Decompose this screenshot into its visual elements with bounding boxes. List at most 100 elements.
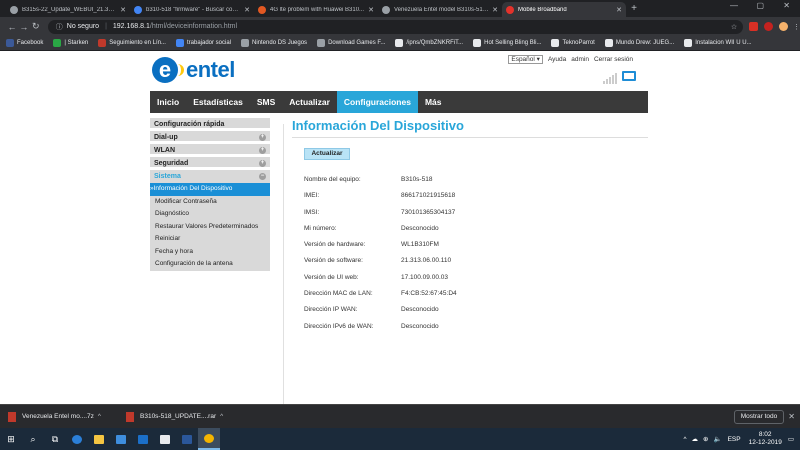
tab-favicon-icon — [382, 5, 390, 14]
bookmark-item[interactable]: trabajador social — [175, 39, 231, 47]
browser-tab[interactable]: 4G lte problem with Huawei B310... ✕ — [254, 2, 378, 17]
sidebar-subitem[interactable]: Reiniciar — [150, 233, 270, 246]
sidebar-subitem[interactable]: Fecha y hora — [150, 246, 270, 259]
sidebar-security[interactable]: Seguridad + — [150, 157, 270, 170]
chrome-icon[interactable] — [198, 428, 220, 450]
store-icon[interactable] — [110, 428, 132, 450]
task-view-icon[interactable]: ⧉ — [44, 428, 66, 450]
chevron-up-icon[interactable]: ^ — [683, 436, 686, 443]
browser-tab[interactable]: Venezuela Entel model B310s-518... ✕ — [378, 2, 502, 17]
file-explorer-icon[interactable] — [88, 428, 110, 450]
bookmark-item[interactable]: Instalacion WII U U... — [684, 39, 752, 47]
chevron-up-icon[interactable]: ^ — [220, 413, 223, 420]
bookmark-favicon-icon — [53, 39, 62, 47]
nav-item[interactable]: SMS — [250, 91, 282, 113]
expand-icon[interactable]: + — [259, 134, 266, 141]
close-tab-icon[interactable]: ✕ — [244, 6, 250, 14]
chevron-up-icon[interactable]: ^ — [98, 413, 101, 420]
sidebar-quick-setup[interactable]: Configuración rápida — [150, 118, 270, 131]
collapse-icon[interactable]: − — [259, 173, 266, 180]
bookmark-item[interactable]: | Starken — [53, 39, 88, 47]
search-icon[interactable]: ⌕ — [22, 428, 44, 450]
brand-name: entel — [186, 57, 235, 82]
expand-icon[interactable]: + — [259, 147, 266, 154]
bookmark-item[interactable]: Nintendo DS Juegos — [241, 39, 307, 47]
bookmark-item[interactable]: Seguimiento en Lín... — [98, 39, 166, 47]
show-all-button[interactable]: Mostrar todo — [734, 410, 784, 424]
sidebar-wlan-label: WLAN — [154, 147, 175, 154]
nav-item[interactable]: Configuraciones — [336, 91, 418, 113]
maximize-icon[interactable]: ▢ — [756, 1, 764, 10]
bookmark-label: Nintendo DS Juegos — [252, 40, 308, 46]
nav-item[interactable]: Estadísticas — [186, 91, 250, 113]
browser-tab[interactable]: B315s-22_Update_WEBUI_21.313... ✕ — [6, 2, 130, 17]
close-tab-icon[interactable]: ✕ — [120, 6, 126, 14]
sidebar-dialup[interactable]: Dial-up + — [150, 131, 270, 144]
browser-tab[interactable]: b310-518 "firmware" - Buscar con G... ✕ — [130, 2, 254, 17]
expand-icon[interactable]: + — [259, 160, 266, 167]
bookmark-item[interactable]: Hot Selling Bling Bli... — [473, 39, 541, 47]
main-nav: Inicio Estadísticas SMS Actualizar Configura… — [150, 91, 648, 113]
sidebar-security-label: Seguridad — [154, 160, 189, 167]
close-tab-icon[interactable]: ✕ — [368, 6, 374, 14]
download-item[interactable]: Venezuela Entel mo....7z ^ — [8, 411, 120, 422]
entel-logo-mark: e — [152, 57, 184, 83]
help-link[interactable]: Ayuda — [548, 56, 566, 63]
close-icon[interactable]: ✕ — [788, 412, 795, 421]
info-row: Dirección MAC de LAN: F4:CB:52:67:45:D4 — [304, 290, 457, 306]
network-icon[interactable]: ⊕ — [703, 435, 708, 443]
bookmark-item[interactable]: Facebook — [6, 39, 43, 47]
outlook-icon[interactable] — [132, 428, 154, 450]
close-tab-icon[interactable]: ✕ — [616, 6, 622, 14]
refresh-button[interactable]: Actualizar — [304, 148, 350, 160]
reload-icon[interactable]: ↻ — [30, 21, 42, 32]
close-window-icon[interactable]: ✕ — [783, 1, 790, 10]
settings-sidebar: Configuración rápida Dial-up + WLAN + Segu… — [150, 118, 270, 271]
volume-icon[interactable]: 🔈 — [713, 435, 721, 443]
user-link[interactable]: admin — [571, 56, 589, 63]
windows-start-icon[interactable]: ⊞ — [0, 428, 22, 450]
sidebar-system[interactable]: Sistema − — [150, 170, 270, 183]
download-item[interactable]: B310s-518_UPDATE....rar ^ — [126, 411, 238, 422]
nav-item[interactable]: Actualizar — [282, 91, 337, 113]
forward-icon[interactable]: → — [18, 22, 30, 32]
onedrive-icon[interactable]: ☁ — [692, 435, 699, 443]
mail-icon[interactable] — [154, 428, 176, 450]
clock[interactable]: 8:02 12-12-2019 — [749, 431, 782, 447]
bookmark-item[interactable]: TeknoParrot — [551, 39, 595, 47]
sidebar-subitem[interactable]: »Información Del Dispositivo — [150, 183, 270, 196]
sidebar-subitem[interactable]: Modificar Contraseña — [150, 196, 270, 209]
gmail-extension-icon[interactable] — [749, 22, 759, 31]
info-icon[interactable]: ⓘ — [56, 22, 63, 32]
adblock-extension-icon[interactable] — [764, 22, 774, 31]
nav-item[interactable]: Inicio — [150, 91, 186, 113]
tab-title: b310-518 "firmware" - Buscar con G... — [146, 6, 242, 13]
sidebar-subitem[interactable]: Configuración de la antena — [150, 258, 270, 271]
star-icon[interactable]: ☆ — [731, 23, 737, 31]
nav-item[interactable]: Más — [418, 91, 449, 113]
sidebar-subitem-label: Modificar Contraseña — [155, 197, 217, 205]
new-tab-button[interactable]: + — [626, 2, 642, 17]
notifications-icon[interactable]: ▭ — [788, 435, 794, 443]
browser-tab[interactable]: Mobile Broadband ✕ — [502, 2, 626, 17]
bookmark-item[interactable]: Mundo Drew: JUEG... — [604, 39, 674, 47]
sidebar-subitem[interactable]: Diagnóstico — [150, 208, 270, 221]
language-indicator[interactable]: ESP — [728, 436, 741, 443]
sidebar-subitem-label: Fecha y hora — [155, 247, 193, 255]
language-select[interactable]: Español ▾ — [508, 55, 543, 64]
sidebar-wlan[interactable]: WLAN + — [150, 144, 270, 157]
profile-avatar[interactable] — [779, 22, 788, 31]
edge-icon[interactable] — [66, 428, 88, 450]
bookmarks-bar: Facebook | Starken Seguimiento en Lín... tr… — [0, 36, 800, 51]
sidebar-subitem[interactable]: Restaurar Valores Predeterminados — [150, 221, 270, 234]
back-icon[interactable]: ← — [6, 22, 18, 32]
close-tab-icon[interactable]: ✕ — [492, 6, 498, 14]
bookmark-item[interactable]: /ipns/QmbZNKRFiT... — [395, 39, 463, 47]
menu-icon[interactable]: ⋮ — [793, 23, 800, 31]
word-icon[interactable] — [176, 428, 198, 450]
bookmark-favicon-icon — [317, 39, 326, 47]
minimize-icon[interactable]: — — [730, 1, 738, 10]
bookmark-item[interactable]: Download Games F... — [317, 39, 385, 47]
url-input[interactable]: ⓘ No seguro | 192.168.8.1/html/deviceinf… — [47, 19, 744, 34]
logout-link[interactable]: Cerrar sesión — [594, 56, 633, 63]
